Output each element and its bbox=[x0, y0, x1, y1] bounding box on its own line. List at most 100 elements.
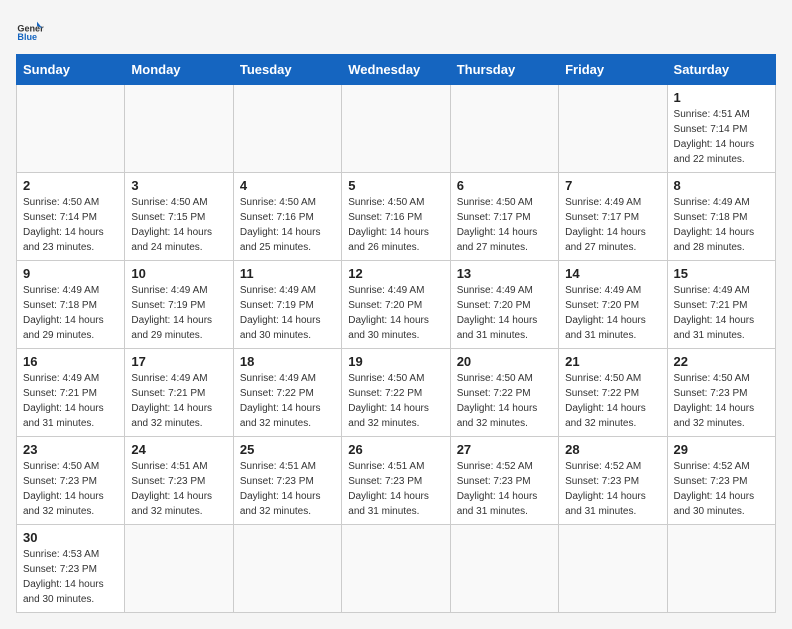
day-info: Sunrise: 4:52 AM Sunset: 7:23 PM Dayligh… bbox=[457, 459, 552, 519]
day-number: 7 bbox=[565, 178, 660, 193]
calendar-cell: 29 Sunrise: 4:52 AM Sunset: 7:23 PM Dayli… bbox=[667, 437, 775, 525]
day-info: Sunrise: 4:49 AM Sunset: 7:19 PM Dayligh… bbox=[240, 283, 335, 343]
calendar-cell bbox=[342, 525, 450, 613]
weekday-header-monday: Monday bbox=[125, 55, 233, 85]
day-info: Sunrise: 4:50 AM Sunset: 7:16 PM Dayligh… bbox=[240, 195, 335, 255]
calendar-cell: 1Sunrise: 4:51 AM Sunset: 7:14 PM Daylig… bbox=[667, 85, 775, 173]
weekday-header-friday: Friday bbox=[559, 55, 667, 85]
day-info: Sunrise: 4:49 AM Sunset: 7:22 PM Dayligh… bbox=[240, 371, 335, 431]
calendar-week-row: 2 Sunrise: 4:50 AM Sunset: 7:14 PM Daylig… bbox=[17, 173, 776, 261]
day-info: Sunrise: 4:51 AM Sunset: 7:23 PM Dayligh… bbox=[131, 459, 226, 519]
calendar-cell: 12 Sunrise: 4:49 AM Sunset: 7:20 PM Dayli… bbox=[342, 261, 450, 349]
day-number: 5 bbox=[348, 178, 443, 193]
day-info: Sunrise: 4:51 AM Sunset: 7:23 PM Dayligh… bbox=[240, 459, 335, 519]
calendar-cell: 6 Sunrise: 4:50 AM Sunset: 7:17 PM Daylig… bbox=[450, 173, 558, 261]
calendar-cell: 22Sunrise: 4:50 AM Sunset: 7:23 PM Dayli… bbox=[667, 349, 775, 437]
day-info: Sunrise: 4:49 AM Sunset: 7:20 PM Dayligh… bbox=[565, 283, 660, 343]
calendar-week-row: 23 Sunrise: 4:50 AM Sunset: 7:23 PM Dayli… bbox=[17, 437, 776, 525]
day-info: Sunrise: 4:53 AM Sunset: 7:23 PM Dayligh… bbox=[23, 547, 118, 607]
day-number: 14 bbox=[565, 266, 660, 281]
calendar-cell: 11 Sunrise: 4:49 AM Sunset: 7:19 PM Dayli… bbox=[233, 261, 341, 349]
calendar-cell: 4 Sunrise: 4:50 AM Sunset: 7:16 PM Daylig… bbox=[233, 173, 341, 261]
calendar-cell bbox=[559, 525, 667, 613]
calendar-table: SundayMondayTuesdayWednesdayThursdayFrid… bbox=[16, 54, 776, 613]
day-number: 11 bbox=[240, 266, 335, 281]
calendar-cell: 28Sunrise: 4:52 AM Sunset: 7:23 PM Dayli… bbox=[559, 437, 667, 525]
calendar-cell: 17 Sunrise: 4:49 AM Sunset: 7:21 PM Dayli… bbox=[125, 349, 233, 437]
day-info: Sunrise: 4:49 AM Sunset: 7:21 PM Dayligh… bbox=[674, 283, 769, 343]
day-number: 12 bbox=[348, 266, 443, 281]
calendar-cell: 16 Sunrise: 4:49 AM Sunset: 7:21 PM Dayli… bbox=[17, 349, 125, 437]
day-info: Sunrise: 4:49 AM Sunset: 7:19 PM Dayligh… bbox=[131, 283, 226, 343]
calendar-week-row: 1Sunrise: 4:51 AM Sunset: 7:14 PM Daylig… bbox=[17, 85, 776, 173]
day-number: 6 bbox=[457, 178, 552, 193]
day-number: 21 bbox=[565, 354, 660, 369]
day-info: Sunrise: 4:49 AM Sunset: 7:20 PM Dayligh… bbox=[457, 283, 552, 343]
calendar-cell: 9 Sunrise: 4:49 AM Sunset: 7:18 PM Daylig… bbox=[17, 261, 125, 349]
day-info: Sunrise: 4:49 AM Sunset: 7:20 PM Dayligh… bbox=[348, 283, 443, 343]
day-number: 17 bbox=[131, 354, 226, 369]
weekday-header-saturday: Saturday bbox=[667, 55, 775, 85]
day-info: Sunrise: 4:52 AM Sunset: 7:23 PM Dayligh… bbox=[674, 459, 769, 519]
day-number: 13 bbox=[457, 266, 552, 281]
day-info: Sunrise: 4:49 AM Sunset: 7:21 PM Dayligh… bbox=[131, 371, 226, 431]
calendar-cell bbox=[450, 525, 558, 613]
day-info: Sunrise: 4:49 AM Sunset: 7:18 PM Dayligh… bbox=[23, 283, 118, 343]
day-info: Sunrise: 4:50 AM Sunset: 7:23 PM Dayligh… bbox=[23, 459, 118, 519]
weekday-header-sunday: Sunday bbox=[17, 55, 125, 85]
day-number: 20 bbox=[457, 354, 552, 369]
day-info: Sunrise: 4:50 AM Sunset: 7:23 PM Dayligh… bbox=[674, 371, 769, 431]
day-number: 23 bbox=[23, 442, 118, 457]
day-info: Sunrise: 4:50 AM Sunset: 7:17 PM Dayligh… bbox=[457, 195, 552, 255]
day-number: 9 bbox=[23, 266, 118, 281]
day-number: 3 bbox=[131, 178, 226, 193]
day-number: 19 bbox=[348, 354, 443, 369]
day-number: 27 bbox=[457, 442, 552, 457]
calendar-cell: 20 Sunrise: 4:50 AM Sunset: 7:22 PM Dayli… bbox=[450, 349, 558, 437]
day-info: Sunrise: 4:51 AM Sunset: 7:23 PM Dayligh… bbox=[348, 459, 443, 519]
calendar-cell: 30Sunrise: 4:53 AM Sunset: 7:23 PM Dayli… bbox=[17, 525, 125, 613]
calendar-cell bbox=[17, 85, 125, 173]
calendar-cell: 7 Sunrise: 4:49 AM Sunset: 7:17 PM Daylig… bbox=[559, 173, 667, 261]
day-info: Sunrise: 4:49 AM Sunset: 7:21 PM Dayligh… bbox=[23, 371, 118, 431]
calendar-cell: 10Sunrise: 4:49 AM Sunset: 7:19 PM Dayli… bbox=[125, 261, 233, 349]
calendar-cell bbox=[342, 85, 450, 173]
calendar-cell: 13 Sunrise: 4:49 AM Sunset: 7:20 PM Dayli… bbox=[450, 261, 558, 349]
weekday-header-wednesday: Wednesday bbox=[342, 55, 450, 85]
calendar-cell: 21 Sunrise: 4:50 AM Sunset: 7:22 PM Dayli… bbox=[559, 349, 667, 437]
calendar-cell: 5Sunrise: 4:50 AM Sunset: 7:16 PM Daylig… bbox=[342, 173, 450, 261]
calendar-cell: 8Sunrise: 4:49 AM Sunset: 7:18 PM Daylig… bbox=[667, 173, 775, 261]
weekday-header-tuesday: Tuesday bbox=[233, 55, 341, 85]
day-number: 16 bbox=[23, 354, 118, 369]
day-number: 8 bbox=[674, 178, 769, 193]
calendar-cell: 26 Sunrise: 4:51 AM Sunset: 7:23 PM Dayli… bbox=[342, 437, 450, 525]
day-number: 26 bbox=[348, 442, 443, 457]
day-number: 28 bbox=[565, 442, 660, 457]
day-number: 4 bbox=[240, 178, 335, 193]
day-number: 1 bbox=[674, 90, 769, 105]
calendar-week-row: 30Sunrise: 4:53 AM Sunset: 7:23 PM Dayli… bbox=[17, 525, 776, 613]
logo-icon: General Blue bbox=[16, 16, 44, 44]
svg-text:Blue: Blue bbox=[17, 32, 37, 42]
day-number: 15 bbox=[674, 266, 769, 281]
day-info: Sunrise: 4:50 AM Sunset: 7:14 PM Dayligh… bbox=[23, 195, 118, 255]
day-info: Sunrise: 4:50 AM Sunset: 7:22 PM Dayligh… bbox=[565, 371, 660, 431]
weekday-header-row: SundayMondayTuesdayWednesdayThursdayFrid… bbox=[17, 55, 776, 85]
day-number: 24 bbox=[131, 442, 226, 457]
calendar-cell bbox=[667, 525, 775, 613]
calendar-cell: 14 Sunrise: 4:49 AM Sunset: 7:20 PM Dayli… bbox=[559, 261, 667, 349]
calendar-cell: 2 Sunrise: 4:50 AM Sunset: 7:14 PM Daylig… bbox=[17, 173, 125, 261]
calendar-cell bbox=[125, 525, 233, 613]
day-info: Sunrise: 4:49 AM Sunset: 7:17 PM Dayligh… bbox=[565, 195, 660, 255]
calendar-cell: 24 Sunrise: 4:51 AM Sunset: 7:23 PM Dayli… bbox=[125, 437, 233, 525]
calendar-cell bbox=[233, 525, 341, 613]
calendar-cell: 3 Sunrise: 4:50 AM Sunset: 7:15 PM Daylig… bbox=[125, 173, 233, 261]
calendar-cell: 18Sunrise: 4:49 AM Sunset: 7:22 PM Dayli… bbox=[233, 349, 341, 437]
calendar-cell: 15 Sunrise: 4:49 AM Sunset: 7:21 PM Dayli… bbox=[667, 261, 775, 349]
day-info: Sunrise: 4:50 AM Sunset: 7:22 PM Dayligh… bbox=[457, 371, 552, 431]
day-number: 2 bbox=[23, 178, 118, 193]
day-number: 29 bbox=[674, 442, 769, 457]
logo: General Blue bbox=[16, 16, 48, 44]
day-info: Sunrise: 4:50 AM Sunset: 7:15 PM Dayligh… bbox=[131, 195, 226, 255]
calendar-cell: 19Sunrise: 4:50 AM Sunset: 7:22 PM Dayli… bbox=[342, 349, 450, 437]
